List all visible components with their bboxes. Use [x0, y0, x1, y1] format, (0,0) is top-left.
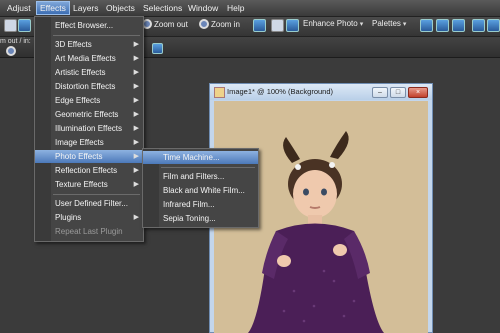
- menu-item-reflection-effects[interactable]: Reflection Effects ▶: [35, 164, 143, 177]
- tool-icon-b[interactable]: [18, 19, 31, 32]
- enhance-photo-button[interactable]: Enhance Photo ▾: [303, 19, 363, 28]
- menu-objects[interactable]: Objects: [103, 2, 138, 14]
- menu-help[interactable]: Help: [224, 2, 247, 14]
- menu-window[interactable]: Window: [185, 2, 221, 14]
- menu-item-edge-effects[interactable]: Edge Effects ▶: [35, 94, 143, 107]
- menu-item-sepia-toning[interactable]: Sepia Toning...: [143, 212, 258, 225]
- menu-item-infrared-film[interactable]: Infrared Film...: [143, 198, 258, 211]
- chevron-right-icon: ▶: [133, 125, 139, 132]
- menu-separator: [161, 167, 255, 168]
- chevron-down-icon: ▾: [359, 20, 364, 28]
- menu-item-user-defined-filter[interactable]: User Defined Filter...: [35, 197, 143, 210]
- close-button[interactable]: ×: [408, 87, 428, 98]
- menu-item-illumination-effects[interactable]: Illumination Effects ▶: [35, 122, 143, 135]
- effects-menu: Effect Browser... 3D Effects ▶ Art Media …: [34, 16, 144, 242]
- toolbar-icon: [436, 19, 449, 32]
- chevron-right-icon: ▶: [133, 167, 139, 174]
- menu-item-time-machine[interactable]: Time Machine...: [143, 151, 258, 164]
- image-icon: [214, 87, 225, 98]
- chevron-right-icon: ▶: [133, 214, 139, 221]
- chevron-right-icon: ▶: [133, 139, 139, 146]
- document-icon: [4, 19, 17, 32]
- toolbar-button[interactable]: [271, 19, 284, 32]
- chevron-right-icon: ▶: [133, 111, 139, 118]
- image-window-titlebar[interactable]: Image1* @ 100% (Background) – □ ×: [210, 84, 432, 100]
- toolbar-button[interactable]: [286, 19, 299, 32]
- zoom-in-label: Zoom in: [211, 19, 240, 29]
- menu-separator: [53, 194, 140, 195]
- toolbar-button[interactable]: [452, 19, 465, 32]
- menu-item-image-effects[interactable]: Image Effects ▶: [35, 136, 143, 149]
- menu-separator: [53, 35, 140, 36]
- toolbar-icon: [472, 19, 485, 32]
- menu-item-art-media-effects[interactable]: Art Media Effects ▶: [35, 52, 143, 65]
- chevron-right-icon: ▶: [133, 97, 139, 104]
- chevron-right-icon: ▶: [133, 41, 139, 48]
- zoom-out-button[interactable]: Zoom out: [142, 19, 188, 29]
- toolbar-icon: [452, 19, 465, 32]
- toolbar-button[interactable]: [253, 19, 266, 32]
- menu-item-film-and-filters[interactable]: Film and Filters...: [143, 170, 258, 183]
- toolbar-icon: [420, 19, 433, 32]
- maximize-button[interactable]: □: [390, 87, 406, 98]
- zoom-in-button[interactable]: Zoom in: [199, 19, 240, 29]
- palettes-button[interactable]: Palettes ▾: [372, 19, 406, 28]
- chevron-right-icon: ▶: [133, 181, 139, 188]
- minimize-button[interactable]: –: [372, 87, 388, 98]
- toolbar-icon: [487, 19, 500, 32]
- chevron-right-icon: ▶: [133, 83, 139, 90]
- menu-selections[interactable]: Selections: [140, 2, 185, 14]
- menu-item-artistic-effects[interactable]: Artistic Effects ▶: [35, 66, 143, 79]
- photo-effects-submenu: Time Machine... Film and Filters... Blac…: [142, 148, 259, 228]
- menu-item-repeat-last-plugin: Repeat Last Plugin: [55, 227, 123, 236]
- document-icon: [271, 19, 284, 32]
- toolbar-button[interactable]: [152, 43, 163, 54]
- menu-item-geometric-effects[interactable]: Geometric Effects ▶: [35, 108, 143, 121]
- menu-item-photo-effects[interactable]: Photo Effects ▶: [35, 150, 143, 163]
- menu-item-plugins[interactable]: Plugins ▶: [35, 211, 143, 224]
- menu-bar: Adjust Effects Layers Objects Selections…: [0, 0, 500, 17]
- menu-item-black-and-white-film[interactable]: Black and White Film...: [143, 184, 258, 197]
- chevron-right-icon: ▶: [133, 55, 139, 62]
- toolbar-icon: [18, 19, 31, 32]
- menu-item-3d-effects[interactable]: 3D Effects ▶: [35, 38, 143, 51]
- image-window-title: Image1* @ 100% (Background): [227, 87, 334, 96]
- chevron-down-icon: ▾: [402, 20, 407, 28]
- zoom-in-icon: [199, 19, 209, 29]
- menu-effects[interactable]: Effects: [36, 1, 70, 15]
- zoom-options-label: m out / in:: [0, 38, 31, 45]
- menu-item-effect-browser[interactable]: Effect Browser...: [35, 19, 143, 32]
- toolbar-icon: [286, 19, 299, 32]
- zoom-tool-button[interactable]: [6, 46, 16, 56]
- zoom-icon: [6, 46, 16, 56]
- enhance-photo-label: Enhance Photo: [303, 19, 358, 28]
- toolbar-icon: [253, 19, 266, 32]
- toolbar-icon: [152, 43, 163, 54]
- chevron-right-icon: ▶: [133, 69, 139, 76]
- menu-layers[interactable]: Layers: [70, 2, 102, 14]
- toolbar-button[interactable]: [487, 19, 500, 32]
- menu-item-texture-effects[interactable]: Texture Effects ▶: [35, 178, 143, 191]
- menu-adjust[interactable]: Adjust: [4, 2, 34, 14]
- toolbar-button[interactable]: [420, 19, 433, 32]
- zoom-out-label: Zoom out: [154, 19, 188, 29]
- toolbar-button[interactable]: [472, 19, 485, 32]
- toolbar-button[interactable]: [436, 19, 449, 32]
- tool-icon-a[interactable]: [4, 19, 17, 32]
- chevron-right-icon: ▶: [133, 153, 139, 160]
- palettes-label: Palettes: [372, 19, 401, 28]
- menu-item-distortion-effects[interactable]: Distortion Effects ▶: [35, 80, 143, 93]
